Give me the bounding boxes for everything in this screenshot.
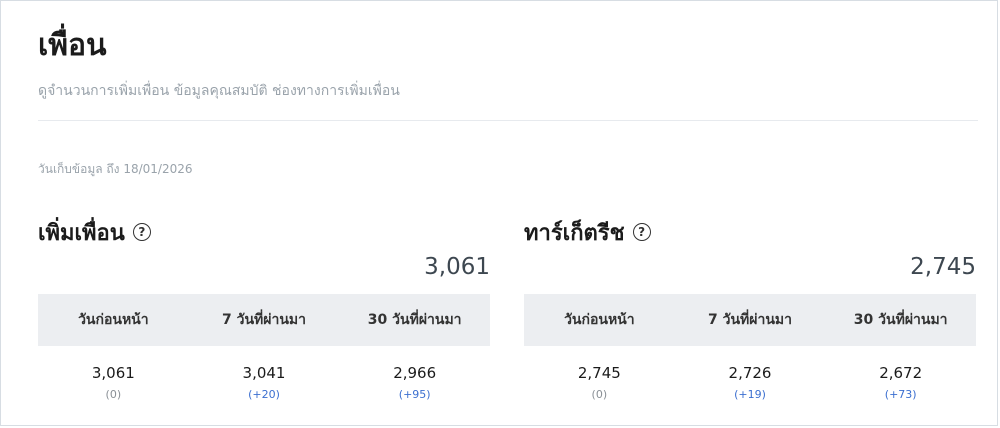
friends-diff-last-30-days: (+95) xyxy=(398,388,431,401)
column-header-last-7-days: 7 วันที่ผ่านมา xyxy=(708,312,792,328)
targeted-reach-diff-previous-day: (0) xyxy=(591,388,608,401)
targeted-reach-panel-header: ทาร์เก็ตรีช ? xyxy=(524,212,976,252)
targeted-reach-panel: ทาร์เก็ตรีช ? 2,745 วันก่อนหน้า 7 วันที่… xyxy=(524,212,976,401)
targeted-reach-panel-title: ทาร์เก็ตรีช xyxy=(524,220,625,246)
friends-panel-title: เพิ่มเพื่อน xyxy=(38,220,125,246)
help-icon[interactable]: ? xyxy=(132,223,151,241)
targeted-reach-cell-last-30-days: 2,672 (+73) xyxy=(825,346,976,416)
page-subtitle: ดูจำนวนการเพิ่มเพื่อน ข้อมูลคุณสมบัติ ช่… xyxy=(38,83,400,99)
column-header-last-7-days: 7 วันที่ผ่านมา xyxy=(222,312,306,328)
friends-cell-last-30-days: 2,966 (+95) xyxy=(339,346,490,416)
friends-diff-previous-day: (0) xyxy=(105,388,122,401)
targeted-reach-value-last-30-days: 2,672 xyxy=(879,364,923,382)
friends-total: 3,061 xyxy=(424,254,490,280)
targeted-reach-diff-last-7-days: (+19) xyxy=(734,388,766,401)
targeted-reach-total: 2,745 xyxy=(910,254,976,280)
column-header-last-30-days: 30 วันที่ผ่านมา xyxy=(853,312,948,328)
friends-table-row: 3,061 (0) 3,041 (+20) 2,966 (+95) xyxy=(38,346,490,416)
targeted-reach-diff-last-30-days: (+73) xyxy=(884,388,917,401)
divider xyxy=(38,120,978,121)
targeted-reach-table-row: 2,745 (0) 2,726 (+19) 2,672 (+73) xyxy=(524,346,976,416)
friends-value-previous-day: 3,061 xyxy=(91,364,135,382)
targeted-reach-value-previous-day: 2,745 xyxy=(577,364,621,382)
friends-panel-header: เพิ่มเพื่อน ? xyxy=(38,212,490,252)
column-header-previous-day: วันก่อนหน้า xyxy=(78,312,149,328)
column-header-previous-day: วันก่อนหน้า xyxy=(564,312,635,328)
targeted-reach-table-header: วันก่อนหน้า 7 วันที่ผ่านมา 30 วันที่ผ่าน… xyxy=(524,294,976,346)
targeted-reach-cell-last-7-days: 2,726 (+19) xyxy=(675,346,826,416)
friends-cell-previous-day: 3,061 (0) xyxy=(38,346,189,416)
friends-diff-last-7-days: (+20) xyxy=(248,388,280,401)
page-title: เพื่อน xyxy=(38,28,107,63)
help-icon[interactable]: ? xyxy=(632,223,651,241)
friends-panel: เพิ่มเพื่อน ? 3,061 วันก่อนหน้า 7 วันที่… xyxy=(38,212,490,401)
friends-value-last-7-days: 3,041 xyxy=(242,364,286,382)
data-collected-date: วันเก็บข้อมูล ถึง 18/01/2026 xyxy=(38,162,193,176)
friends-table-header: วันก่อนหน้า 7 วันที่ผ่านมา 30 วันที่ผ่าน… xyxy=(38,294,490,346)
column-header-last-30-days: 30 วันที่ผ่านมา xyxy=(367,312,462,328)
targeted-reach-value-last-7-days: 2,726 xyxy=(728,364,772,382)
friends-value-last-30-days: 2,966 xyxy=(393,364,437,382)
targeted-reach-cell-previous-day: 2,745 (0) xyxy=(524,346,675,416)
friends-cell-last-7-days: 3,041 (+20) xyxy=(189,346,340,416)
